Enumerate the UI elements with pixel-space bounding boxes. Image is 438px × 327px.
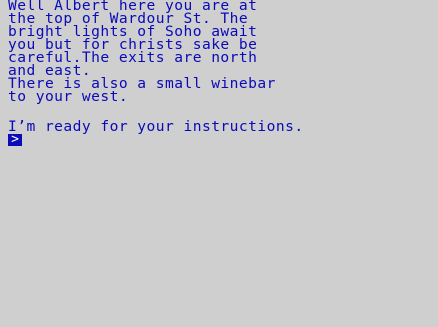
ready-prompt: I’m ready for your instructions. bbox=[8, 118, 304, 135]
narrative-line: to your west. bbox=[8, 88, 129, 105]
input-cursor[interactable]: > bbox=[8, 133, 22, 146]
game-screen[interactable]: Well Albert here you are at the top of W… bbox=[0, 0, 438, 327]
